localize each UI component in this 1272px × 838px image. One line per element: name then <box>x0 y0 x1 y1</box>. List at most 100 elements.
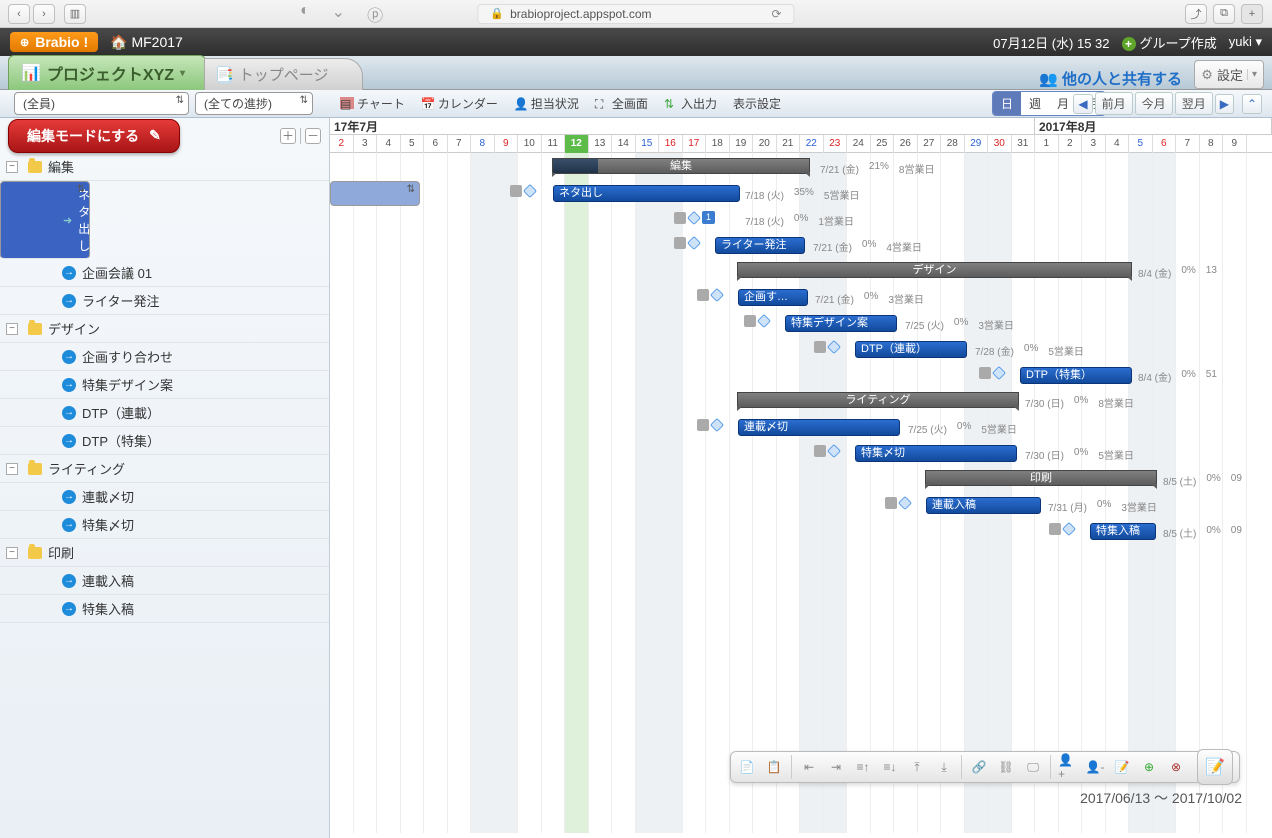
pinterest-icon[interactable]: ⓟ <box>367 2 383 26</box>
move-down-icon[interactable]: ≡↓ <box>880 757 900 777</box>
next-arrow[interactable]: ▶ <box>1215 94 1234 114</box>
member-filter[interactable]: (全員) <box>14 92 189 115</box>
summary-bar[interactable]: ライティング <box>737 392 1019 408</box>
progress-filter[interactable]: (全ての進捗) <box>195 92 313 115</box>
reload-icon[interactable]: ⟳ <box>772 7 782 21</box>
task-bar[interactable]: DTP（連載） <box>855 341 967 358</box>
task-bar[interactable]: 企画す… <box>738 289 808 306</box>
tree-item[interactable]: −印刷 <box>0 539 329 567</box>
day-cell[interactable]: 2 <box>330 135 354 153</box>
day-cell[interactable]: 16 <box>659 135 683 153</box>
task-bar[interactable]: ネタ出し <box>553 185 740 202</box>
add-icon[interactable]: ⊕ <box>1139 757 1159 777</box>
chevron-down-icon[interactable]: ▾ <box>180 68 185 79</box>
day-cell[interactable]: 21 <box>777 135 801 153</box>
address-bar[interactable]: 🔒 brabioproject.appspot.com ⟳ <box>477 4 794 24</box>
day-cell[interactable]: 9 <box>1223 135 1247 153</box>
task-bar[interactable]: 連載〆切 <box>738 419 900 436</box>
copy-icon[interactable]: 📋 <box>764 757 784 777</box>
day-cell[interactable]: 29 <box>965 135 989 153</box>
day-cell[interactable]: 9 <box>495 135 519 153</box>
collapse-icon[interactable]: − <box>6 323 18 335</box>
breadcrumb-location[interactable]: 🏠 MF2017 <box>110 34 183 51</box>
day-cell[interactable]: 25 <box>871 135 895 153</box>
unlink-icon[interactable]: ⛓ <box>996 757 1016 777</box>
expand-all-button[interactable]: ＋ <box>280 128 296 144</box>
day-cell[interactable]: 2 <box>1059 135 1083 153</box>
day-cell[interactable]: 7 <box>1176 135 1200 153</box>
day-cell[interactable]: 15 <box>636 135 660 153</box>
day-cell[interactable]: 1 <box>1035 135 1059 153</box>
tree-item[interactable]: →DTP（連載） <box>0 399 329 427</box>
day-cell[interactable]: 5 <box>401 135 425 153</box>
summary-bar[interactable]: デザイン <box>737 262 1132 278</box>
day-cell[interactable]: 4 <box>1106 135 1130 153</box>
share-button[interactable]: ⤴ <box>1185 4 1207 24</box>
summary-bar[interactable]: 編集 <box>552 158 810 174</box>
pocket-icon[interactable]: ⌄ <box>332 2 345 26</box>
next-month[interactable]: 翌月 <box>1175 92 1213 115</box>
day-cell[interactable]: 10 <box>518 135 542 153</box>
edit-mode-button[interactable]: 編集モードにする ✎ <box>8 119 180 153</box>
tabs-button[interactable]: ⧉ <box>1213 4 1235 24</box>
tree-item[interactable]: →連載〆切 <box>0 483 329 511</box>
task-bar[interactable]: 特集〆切 <box>855 445 1017 462</box>
settings-button[interactable]: ⚙ 設定 ▾ <box>1194 60 1264 89</box>
collapse-icon[interactable]: − <box>6 463 18 475</box>
day-cell[interactable]: 18 <box>706 135 730 153</box>
day-cell[interactable]: 7 <box>448 135 472 153</box>
collapse-all-button[interactable]: － <box>305 128 321 144</box>
prev-month[interactable]: 前月 <box>1095 92 1133 115</box>
tree-item[interactable]: →企画会議 01 <box>0 259 329 287</box>
view-day[interactable]: 日 <box>993 92 1021 115</box>
collapse-arrow[interactable]: ⌃ <box>1242 94 1262 114</box>
tree-item[interactable]: →特集入稿 <box>0 595 329 623</box>
create-group-button[interactable]: +グループ作成 <box>1122 33 1217 52</box>
day-cell[interactable]: 13 <box>589 135 613 153</box>
tree-item[interactable]: −デザイン <box>0 315 329 343</box>
fullscreen-button[interactable]: ⛶全画面 <box>595 95 648 112</box>
summary-bar[interactable]: 印刷 <box>925 470 1157 486</box>
tree-item[interactable]: →特集デザイン案 <box>0 371 329 399</box>
day-cell[interactable]: 31 <box>1012 135 1036 153</box>
tree-item[interactable]: ➜ネタ出し <box>0 181 90 259</box>
sidebar-button[interactable]: ▥ <box>64 4 86 24</box>
day-cell[interactable]: 30 <box>988 135 1012 153</box>
view-week[interactable]: 週 <box>1021 92 1049 115</box>
day-cell[interactable]: 27 <box>918 135 942 153</box>
day-cell[interactable]: 5 <box>1129 135 1153 153</box>
day-cell[interactable]: 24 <box>847 135 871 153</box>
outdent-icon[interactable]: ⇤ <box>799 757 819 777</box>
back-button[interactable]: ‹ <box>8 4 30 24</box>
new-tab-button[interactable]: + <box>1241 4 1263 24</box>
top-page-tab[interactable]: 📑 トップページ <box>204 58 363 90</box>
day-cell[interactable]: 4 <box>377 135 401 153</box>
day-cell[interactable]: 20 <box>753 135 777 153</box>
day-cell[interactable]: 19 <box>730 135 754 153</box>
day-cell[interactable]: 3 <box>354 135 378 153</box>
add-user-icon[interactable]: 👤+ <box>1058 757 1078 777</box>
task-bar[interactable]: 特集デザイン案 <box>785 315 897 332</box>
display-settings-button[interactable]: 表示設定 <box>733 95 781 112</box>
move-up-icon[interactable]: ≡↑ <box>853 757 873 777</box>
forward-button[interactable]: › <box>33 4 55 24</box>
day-cell[interactable]: 3 <box>1082 135 1106 153</box>
project-tab[interactable]: 📊 プロジェクトXYZ ▾ <box>8 55 206 90</box>
io-button[interactable]: ⇅入出力 <box>664 95 717 112</box>
day-cell[interactable]: 8 <box>1200 135 1224 153</box>
reader-icon[interactable]: ◐ <box>300 2 310 26</box>
share-link[interactable]: 👥 他の人と共有する <box>1039 68 1182 89</box>
delete-icon[interactable]: ⊗ <box>1166 757 1186 777</box>
task-bar[interactable]: DTP（特集） <box>1020 367 1132 384</box>
day-cell[interactable]: 17 <box>683 135 707 153</box>
tree-item[interactable]: →特集〆切 <box>0 511 329 539</box>
tree-item[interactable]: →ライター発注 <box>0 287 329 315</box>
collapse-icon[interactable]: − <box>6 547 18 559</box>
tree-item[interactable]: −編集 <box>0 153 329 181</box>
day-cell[interactable]: 6 <box>424 135 448 153</box>
this-month[interactable]: 今月 <box>1135 92 1173 115</box>
remove-user-icon[interactable]: 👤- <box>1085 757 1105 777</box>
day-cell[interactable]: 12 <box>565 135 589 153</box>
tree-item[interactable]: →連載入稿 <box>0 567 329 595</box>
day-cell[interactable]: 28 <box>941 135 965 153</box>
